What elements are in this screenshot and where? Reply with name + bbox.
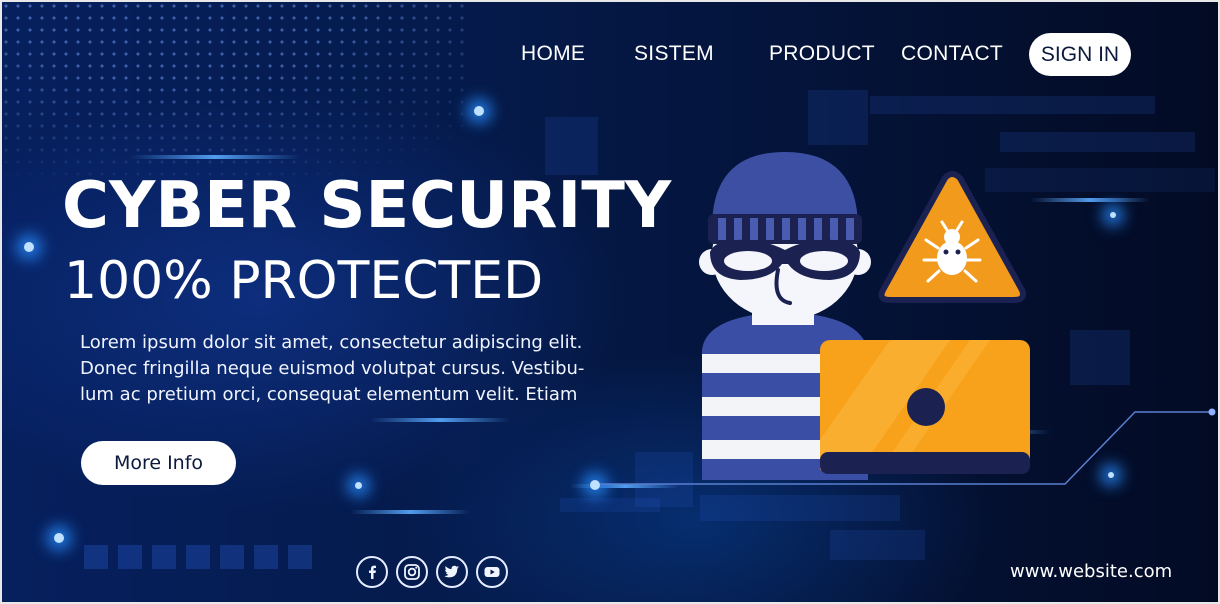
beanie-hat: [708, 152, 862, 244]
facebook-icon[interactable]: [356, 556, 388, 588]
laptop: [820, 340, 1030, 474]
hero-subtitle: 100% PROTECTED: [64, 251, 544, 311]
bug-warning-icon: [878, 171, 1026, 303]
nav-sistem-link[interactable]: SISTEM: [634, 42, 714, 66]
hero-description-line: lum ac pretium orci, consequat elementum…: [80, 384, 578, 405]
youtube-icon[interactable]: [476, 556, 508, 588]
social-links: [356, 556, 508, 588]
hero-title: CYBER SECURITY: [62, 169, 672, 243]
hero-description-line: Lorem ipsum dolor sit amet, consectetur …: [80, 332, 583, 353]
sign-in-button[interactable]: SIGN IN: [1029, 33, 1131, 76]
instagram-icon[interactable]: [396, 556, 428, 588]
nav-home-link[interactable]: HOME: [521, 42, 585, 66]
hacker-illustration: [699, 152, 1030, 480]
more-info-button[interactable]: More Info: [81, 441, 236, 485]
hero-description: Lorem ipsum dolor sit amet, consectetur …: [80, 330, 610, 408]
hero-description-line: Donec fringilla neque euismod volutpat c…: [80, 358, 585, 379]
nav-product-link[interactable]: PRODUCT: [769, 42, 875, 66]
top-navigation: HOME SISTEM PRODUCT CONTACT SIGN IN: [0, 0, 1220, 100]
website-url[interactable]: www.website.com: [1010, 561, 1172, 582]
laptop-logo: [907, 388, 945, 426]
twitter-icon[interactable]: [436, 556, 468, 588]
nav-contact-link[interactable]: CONTACT: [901, 42, 1003, 66]
